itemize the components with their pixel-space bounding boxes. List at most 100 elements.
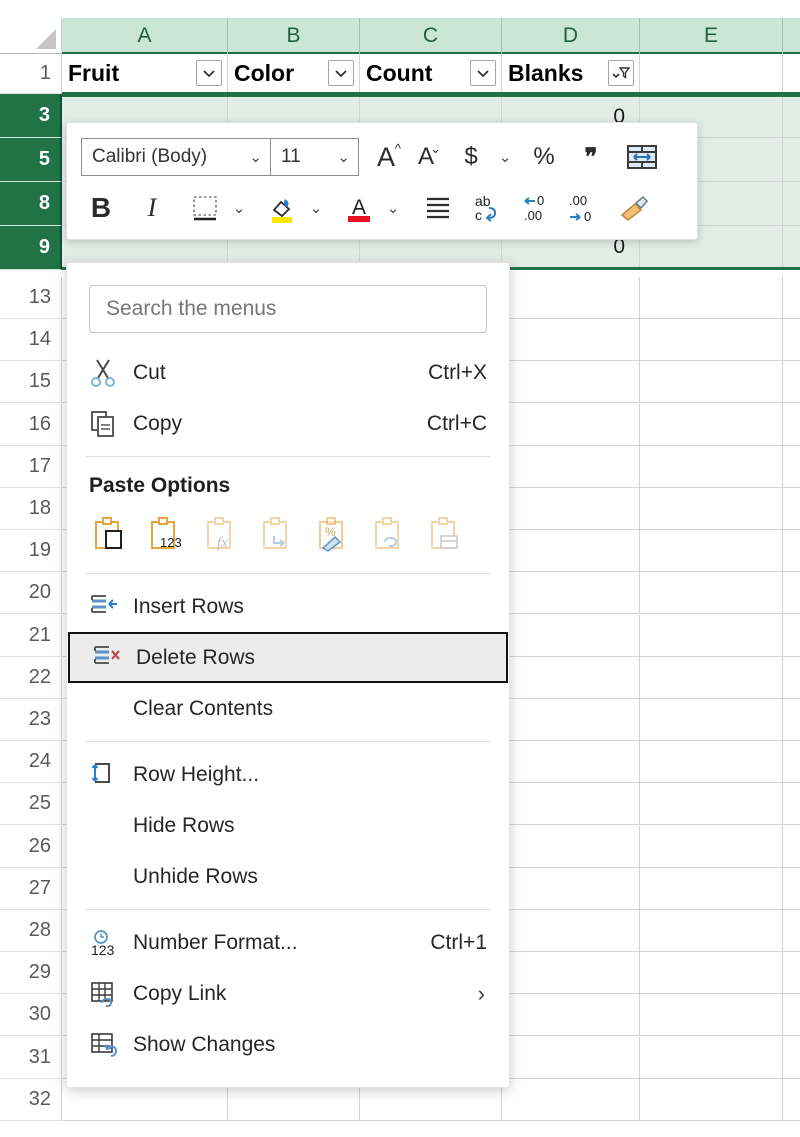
cell-E25[interactable] bbox=[640, 783, 783, 824]
row-header-20[interactable]: 20 bbox=[0, 572, 62, 614]
row-header-8[interactable]: 8 bbox=[0, 182, 62, 226]
menu-item-show-changes[interactable]: Show Changes bbox=[67, 1019, 509, 1070]
filter-dropdown-button[interactable] bbox=[470, 60, 496, 86]
filter-dropdown-button[interactable] bbox=[328, 60, 354, 86]
row-header-9[interactable]: 9 bbox=[0, 226, 62, 270]
cell-D28[interactable] bbox=[502, 910, 640, 951]
borders-dropdown-button[interactable]: ⌄ bbox=[228, 188, 250, 228]
cell-D31[interactable] bbox=[502, 1037, 640, 1078]
cell-D14[interactable] bbox=[502, 319, 640, 360]
menu-item-delete-rows[interactable]: Delete Rows bbox=[68, 632, 508, 683]
paste-values-icon[interactable]: 123 bbox=[143, 512, 185, 556]
cell-D25[interactable] bbox=[502, 783, 640, 824]
cell-E32[interactable] bbox=[640, 1079, 783, 1120]
cell-D18[interactable] bbox=[502, 488, 640, 529]
menu-item-number-format[interactable]: 123 Number Format... Ctrl+1 bbox=[67, 917, 509, 968]
row-header-23[interactable]: 23 bbox=[0, 699, 62, 741]
fill-color-dropdown-button[interactable]: ⌄ bbox=[305, 188, 327, 228]
row-header-22[interactable]: 22 bbox=[0, 657, 62, 699]
menu-item-unhide-rows[interactable]: Unhide Rows bbox=[67, 851, 509, 902]
cell-D1[interactable]: Blanks bbox=[502, 54, 640, 92]
select-all-button[interactable] bbox=[0, 18, 62, 54]
column-header-a[interactable]: A bbox=[62, 18, 228, 54]
row-header-30[interactable]: 30 bbox=[0, 994, 62, 1036]
menu-item-hide-rows[interactable]: Hide Rows bbox=[67, 800, 509, 851]
cell-E22[interactable] bbox=[640, 657, 783, 698]
font-name-dropdown[interactable]: Calibri (Body) ⌄ bbox=[81, 138, 271, 176]
menu-item-cut[interactable]: Cut Ctrl+X bbox=[67, 347, 509, 398]
cell-D23[interactable] bbox=[502, 699, 640, 740]
cell-D29[interactable] bbox=[502, 952, 640, 993]
cell-E20[interactable] bbox=[640, 572, 783, 613]
cell-D15[interactable] bbox=[502, 361, 640, 402]
paste-all-icon[interactable] bbox=[87, 512, 129, 556]
percent-format-button[interactable]: % bbox=[527, 137, 561, 177]
cell-E18[interactable] bbox=[640, 488, 783, 529]
cell-E31[interactable] bbox=[640, 1037, 783, 1078]
cell-D16[interactable] bbox=[502, 404, 640, 445]
cell-E29[interactable] bbox=[640, 952, 783, 993]
wrap-text-button[interactable]: ab c bbox=[472, 188, 506, 228]
cell-E23[interactable] bbox=[640, 699, 783, 740]
filter-dropdown-button[interactable] bbox=[196, 60, 222, 86]
cell-D24[interactable] bbox=[502, 741, 640, 782]
cell-E19[interactable] bbox=[640, 530, 783, 571]
row-header-26[interactable]: 26 bbox=[0, 826, 62, 868]
cell-D27[interactable] bbox=[502, 868, 640, 909]
table-row[interactable]: Fruit Color Count Blanks bbox=[62, 54, 800, 94]
font-color-dropdown-button[interactable]: ⌄ bbox=[382, 188, 404, 228]
row-header-18[interactable]: 18 bbox=[0, 488, 62, 530]
decrease-font-size-button[interactable]: A ⌄ bbox=[409, 137, 443, 177]
menu-item-copy-link[interactable]: Copy Link › bbox=[67, 968, 509, 1019]
increase-decimal-button[interactable]: .00 0 bbox=[566, 188, 602, 228]
cell-E13[interactable] bbox=[640, 277, 783, 318]
row-header-31[interactable]: 31 bbox=[0, 1037, 62, 1079]
filter-active-button[interactable] bbox=[608, 60, 634, 86]
cell-D30[interactable] bbox=[502, 994, 640, 1035]
cell-E14[interactable] bbox=[640, 319, 783, 360]
cell-D19[interactable] bbox=[502, 530, 640, 571]
paste-options-row[interactable]: 123 fx % bbox=[67, 508, 509, 566]
row-header-28[interactable]: 28 bbox=[0, 910, 62, 952]
row-header-32[interactable]: 32 bbox=[0, 1079, 62, 1121]
cell-E17[interactable] bbox=[640, 446, 783, 487]
paste-formatting-icon[interactable]: % bbox=[311, 512, 353, 556]
font-size-dropdown[interactable]: 11 ⌄ bbox=[271, 138, 359, 176]
cell-A1[interactable]: Fruit bbox=[62, 54, 228, 92]
cell-B1[interactable]: Color bbox=[228, 54, 360, 92]
decrease-decimal-button[interactable]: 0 .00 bbox=[521, 188, 557, 228]
comma-format-button[interactable]: ❞ bbox=[574, 137, 608, 177]
column-header-b[interactable]: B bbox=[228, 18, 360, 54]
row-header-27[interactable]: 27 bbox=[0, 868, 62, 910]
row-header-3[interactable]: 3 bbox=[0, 94, 62, 138]
cell-D13[interactable] bbox=[502, 277, 640, 318]
cell-C1[interactable]: Count bbox=[360, 54, 502, 92]
menu-item-insert-rows[interactable]: Insert Rows bbox=[67, 581, 509, 632]
row-header-25[interactable]: 25 bbox=[0, 783, 62, 825]
search-input[interactable] bbox=[106, 297, 470, 321]
cell-D26[interactable] bbox=[502, 826, 640, 867]
row-header-21[interactable]: 21 bbox=[0, 615, 62, 657]
menu-search-box[interactable] bbox=[89, 285, 487, 333]
cell-E30[interactable] bbox=[640, 994, 783, 1035]
row-header-16[interactable]: 16 bbox=[0, 404, 62, 446]
row-header-19[interactable]: 19 bbox=[0, 530, 62, 572]
cell-E27[interactable] bbox=[640, 868, 783, 909]
row-header-24[interactable]: 24 bbox=[0, 741, 62, 783]
row-header-29[interactable]: 29 bbox=[0, 952, 62, 994]
column-header-c[interactable]: C bbox=[360, 18, 502, 54]
cell-E1[interactable] bbox=[640, 54, 783, 92]
currency-dropdown-button[interactable]: ⌄ bbox=[494, 137, 516, 177]
merge-and-center-button[interactable] bbox=[625, 137, 659, 177]
bold-button[interactable]: B bbox=[84, 188, 118, 228]
cell-E28[interactable] bbox=[640, 910, 783, 951]
align-button[interactable] bbox=[421, 188, 455, 228]
menu-item-row-height[interactable]: Row Height... bbox=[67, 749, 509, 800]
cell-E26[interactable] bbox=[640, 826, 783, 867]
format-painter-button[interactable] bbox=[617, 188, 651, 228]
currency-format-button[interactable]: $ bbox=[454, 137, 488, 177]
italic-button[interactable]: I bbox=[135, 188, 169, 228]
row-header-15[interactable]: 15 bbox=[0, 361, 62, 403]
cell-E15[interactable] bbox=[640, 361, 783, 402]
menu-item-clear-contents[interactable]: Clear Contents bbox=[67, 683, 509, 734]
